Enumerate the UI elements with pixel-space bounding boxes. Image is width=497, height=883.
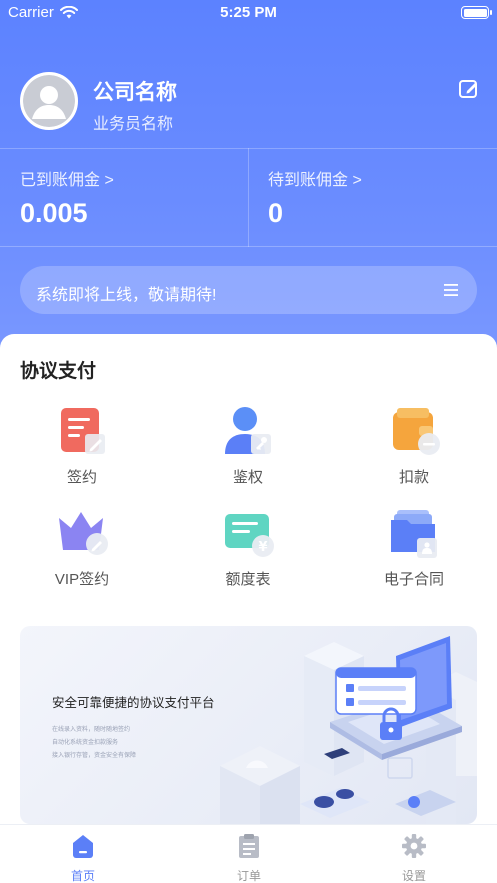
svg-text:¥: ¥: [258, 540, 267, 555]
grid-item-quota[interactable]: ¥ 额度表: [188, 508, 308, 598]
grid-item-label: 鉴权: [232, 469, 263, 486]
promo-banner[interactable]: 安全可靠便捷的协议支付平台 在线录入资料，随时随地签约 自动化系统资金扣款服务 …: [20, 626, 477, 824]
commission-stats: 已到账佣金 > 0.005 待到账佣金 > 0: [0, 148, 497, 248]
contract-icon: [61, 408, 105, 454]
pending-commission-label: 待到账佣金 >: [268, 172, 362, 189]
section-title: 协议支付: [20, 361, 97, 382]
edit-icon[interactable]: [458, 78, 480, 100]
clipboard-icon: [239, 834, 259, 858]
divider: [248, 148, 249, 247]
grid-item-label: 签约: [66, 469, 97, 486]
user-avatar-icon: [23, 75, 75, 127]
banner-line: 自动化系统资金扣款服务: [52, 740, 119, 746]
grid-item-debit[interactable]: 扣款: [354, 406, 474, 496]
protocol-payment-card: 协议支付 签约 鉴权 扣款 VIP签约 ¥ 额度表 电子合同 安全可靠便捷的协议…: [0, 334, 497, 824]
gear-icon: [402, 834, 426, 858]
received-commission[interactable]: 已到账佣金 > 0.005: [20, 166, 114, 229]
grid-item-label: VIP签约: [54, 571, 110, 588]
banner-illustration: [220, 636, 477, 824]
notice-text: 系统即将上线，敬请期待!: [36, 287, 217, 304]
banner-line: 接入银行存管，资金安全有保障: [52, 753, 137, 759]
wallet-icon: [393, 408, 440, 455]
pending-commission[interactable]: 待到账佣金 > 0: [268, 166, 362, 229]
grid-item-auth[interactable]: 鉴权: [188, 406, 308, 496]
folder-icon: [391, 510, 437, 558]
tab-label: 订单: [236, 869, 261, 883]
crown-icon: [59, 512, 108, 555]
grid-item-label: 额度表: [225, 571, 271, 588]
grid-item-label: 电子合同: [383, 571, 444, 588]
avatar[interactable]: [20, 72, 78, 130]
status-bar: Carrier 5:25 PM: [0, 0, 497, 26]
agent-name: 业务员名称: [93, 116, 174, 133]
user-key-icon: [225, 407, 271, 454]
grid-item-e-contract[interactable]: 电子合同: [354, 508, 474, 598]
tab-bar: 首页 订单 设置: [0, 824, 497, 883]
received-commission-value: 0.005: [20, 198, 88, 228]
grid-item-label: 扣款: [398, 469, 429, 486]
tab-label: 首页: [70, 869, 95, 883]
quota-card-icon: ¥: [225, 514, 274, 557]
tab-label: 设置: [401, 869, 426, 883]
received-commission-label: 已到账佣金 >: [20, 172, 114, 189]
company-name: 公司名称: [93, 81, 177, 104]
grid-item-sign[interactable]: 签约: [22, 406, 142, 496]
profile-header: 公司名称 业务员名称: [20, 72, 480, 133]
pending-commission-value: 0: [268, 198, 284, 228]
tab-settings[interactable]: 设置: [331, 825, 497, 883]
home-icon: [73, 835, 93, 858]
tab-orders[interactable]: 订单: [166, 825, 332, 883]
banner-line: 在线录入资料，随时随地签约: [52, 727, 131, 733]
banner-title: 安全可靠便捷的协议支付平台: [52, 696, 215, 710]
battery-icon: [461, 6, 492, 19]
menu-icon[interactable]: [443, 282, 459, 298]
status-time: 5:25 PM: [220, 4, 277, 21]
notice-bar[interactable]: 系统即将上线，敬请期待!: [20, 266, 477, 314]
tab-home[interactable]: 首页: [0, 825, 166, 883]
grid-item-vip-sign[interactable]: VIP签约: [22, 508, 142, 598]
